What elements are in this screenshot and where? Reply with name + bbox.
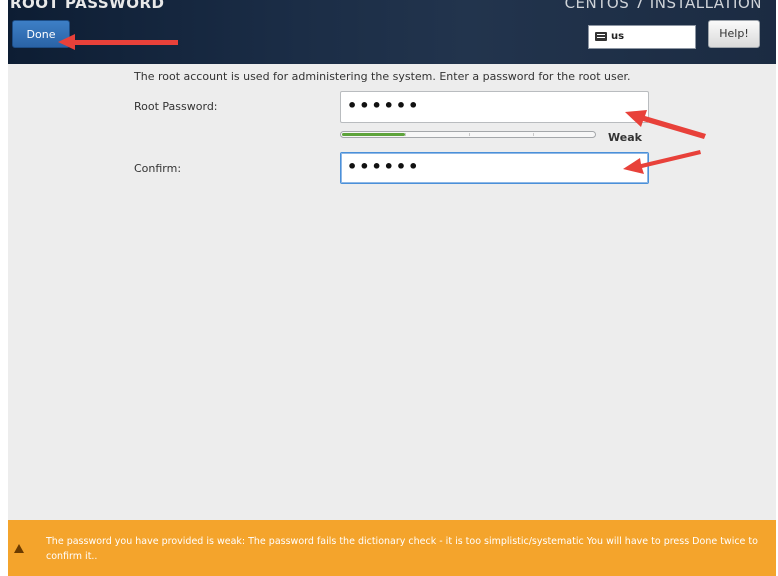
keyboard-layout-indicator[interactable]: us: [588, 25, 696, 49]
confirm-password-field[interactable]: ••••••: [340, 152, 649, 184]
done-button[interactable]: Done: [12, 20, 70, 48]
root-password-field[interactable]: ••••••: [340, 91, 649, 123]
root-password-label: Root Password:: [134, 100, 218, 113]
password-strength-fill: [342, 133, 405, 136]
meter-tick: [533, 133, 534, 136]
warning-message: The password you have provided is weak: …: [46, 536, 758, 562]
header-bar: ROOT PASSWORD CENTOS 7 INSTALLATION Done…: [8, 0, 776, 64]
warning-bar: The password you have provided is weak: …: [8, 520, 776, 576]
help-button[interactable]: Help!: [708, 20, 760, 48]
keyboard-layout-label: us: [611, 31, 625, 42]
meter-tick: [405, 133, 406, 136]
meter-tick: [469, 133, 470, 136]
form-description: The root account is used for administeri…: [134, 70, 631, 83]
warning-icon[interactable]: [14, 544, 24, 553]
confirm-label: Confirm:: [134, 162, 182, 175]
password-strength-meter: [340, 131, 596, 138]
keyboard-icon: [595, 32, 607, 41]
password-strength-label: Weak: [608, 131, 642, 144]
product-title: CENTOS 7 INSTALLATION: [564, 0, 762, 12]
page-title: ROOT PASSWORD: [10, 0, 165, 12]
installer-screen: ROOT PASSWORD CENTOS 7 INSTALLATION Done…: [8, 0, 776, 576]
